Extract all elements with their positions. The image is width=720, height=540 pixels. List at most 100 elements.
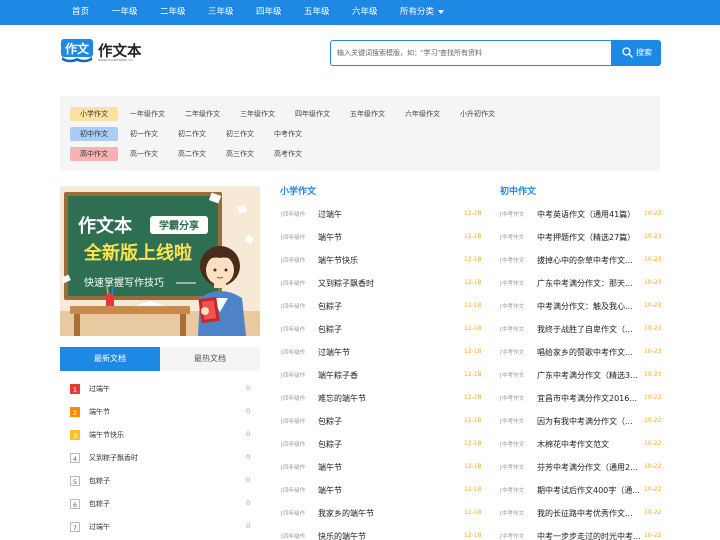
- category-link[interactable]: 高一作文: [130, 147, 158, 161]
- category-tag-primary[interactable]: 小学作文: [70, 107, 118, 121]
- article-title[interactable]: 端午节: [318, 232, 458, 243]
- article-item[interactable]: [四年级作 端午节 12-18: [281, 485, 484, 497]
- list-item[interactable]: 1 过端午 0: [60, 382, 260, 398]
- article-item[interactable]: [四年级作 过端午节 12-18: [281, 347, 484, 359]
- article-item[interactable]: [中考作文 木棉花中考作文范文 10-22: [500, 439, 664, 451]
- article-title[interactable]: 唱给家乡的赞歌中考作文...: [537, 347, 640, 358]
- nav-item-grade-5[interactable]: 五年级: [304, 0, 330, 25]
- category-link[interactable]: 小升初作文: [460, 107, 495, 121]
- category-link[interactable]: 五年级作文: [350, 107, 385, 121]
- article-item[interactable]: [四年级作 端午粽子香 12-18: [281, 370, 484, 382]
- nav-item-grade-4[interactable]: 四年级: [256, 0, 282, 25]
- article-item[interactable]: [四年级作 快乐的端午节 12-18: [281, 531, 484, 540]
- article-title[interactable]: 我终于战胜了自卑作文（...: [537, 324, 640, 335]
- article-title[interactable]: 拔掉心中的杂草中考作文...: [537, 255, 640, 266]
- list-item[interactable]: 6 包粽子 0: [60, 497, 260, 513]
- middle-section-heading[interactable]: 初中作文: [500, 184, 536, 197]
- article-item[interactable]: [四年级作 包粽子 12-18: [281, 439, 484, 451]
- article-title[interactable]: 过端午节: [318, 347, 458, 358]
- list-item[interactable]: 5 包粽子 0: [60, 474, 260, 490]
- rank-title[interactable]: 过端午: [89, 384, 110, 394]
- rank-title[interactable]: 包粽子: [89, 476, 110, 486]
- site-logo[interactable]: 作文 作文本 www.zuowenben.cn: [60, 38, 150, 66]
- article-title[interactable]: 包粽子: [318, 301, 458, 312]
- article-title[interactable]: 我家乡的端午节: [318, 508, 458, 519]
- article-item[interactable]: [四年级作 过端午 12-18: [281, 209, 484, 221]
- rank-title[interactable]: 端午节: [89, 407, 110, 417]
- article-title[interactable]: 广东中考满分作文：那天...: [537, 278, 640, 289]
- article-title[interactable]: 包粽子: [318, 324, 458, 335]
- article-item[interactable]: [四年级作 难忘的端午节 12-18: [281, 393, 484, 405]
- nav-item-grade-6[interactable]: 六年级: [352, 0, 378, 25]
- nav-item-home[interactable]: 首页: [72, 0, 89, 25]
- article-item[interactable]: [四年级作 端午节 12-18: [281, 232, 484, 244]
- article-title[interactable]: 广东中考满分作文（精选3...: [537, 370, 640, 381]
- article-title[interactable]: 期中考试后作文400字（通...: [537, 485, 640, 496]
- list-item[interactable]: 7 过端午 0: [60, 520, 260, 536]
- list-item[interactable]: 2 端午节 0: [60, 405, 260, 421]
- tab-hot-docs[interactable]: 最热文档: [160, 347, 260, 371]
- article-title[interactable]: 过端午: [318, 209, 458, 220]
- category-link[interactable]: 高三作文: [226, 147, 254, 161]
- category-link[interactable]: 初二作文: [178, 127, 206, 141]
- category-link[interactable]: 二年级作文: [185, 107, 220, 121]
- article-title[interactable]: 中考押题作文（精选27篇）: [537, 232, 640, 243]
- article-title[interactable]: 木棉花中考作文范文: [537, 439, 640, 450]
- article-title[interactable]: 又到粽子飘香时: [318, 278, 458, 289]
- search-input[interactable]: [330, 40, 612, 66]
- rank-title[interactable]: 过端午: [89, 522, 110, 532]
- search-button[interactable]: 搜索: [611, 40, 661, 66]
- tab-latest-docs[interactable]: 最新文档: [60, 347, 160, 371]
- article-item[interactable]: [中考作文 期中考试后作文400字（通... 10-22: [500, 485, 664, 497]
- category-link[interactable]: 六年级作文: [405, 107, 440, 121]
- category-link[interactable]: 一年级作文: [130, 107, 165, 121]
- article-title[interactable]: 端午粽子香: [318, 370, 458, 381]
- article-item[interactable]: [中考作文 广东中考满分作文：那天... 10-23: [500, 278, 664, 290]
- category-tag-middle[interactable]: 初中作文: [70, 127, 118, 141]
- article-item[interactable]: [四年级作 端午节快乐 12-18: [281, 255, 484, 267]
- category-link[interactable]: 初一作文: [130, 127, 158, 141]
- nav-item-all-categories[interactable]: 所有分类: [400, 0, 445, 25]
- nav-item-grade-2[interactable]: 二年级: [160, 0, 186, 25]
- article-item[interactable]: [中考作文 芬芳中考满分作文（通用2... 10-22: [500, 462, 664, 474]
- article-item[interactable]: [四年级作 我家乡的端午节 12-18: [281, 508, 484, 520]
- article-item[interactable]: [中考作文 我终于战胜了自卑作文（... 10-23: [500, 324, 664, 336]
- article-title[interactable]: 因为有我中考满分作文（...: [537, 416, 640, 427]
- nav-item-grade-3[interactable]: 三年级: [208, 0, 234, 25]
- article-title[interactable]: 难忘的端午节: [318, 393, 458, 404]
- article-item[interactable]: [中考作文 唱给家乡的赞歌中考作文... 10-23: [500, 347, 664, 359]
- article-title[interactable]: 中考满分作文：触及我心...: [537, 301, 640, 312]
- category-link[interactable]: 高二作文: [178, 147, 206, 161]
- article-title[interactable]: 端午节快乐: [318, 255, 458, 266]
- article-item[interactable]: [中考作文 中考一步步走过的时光中考... 10-22: [500, 531, 664, 540]
- promo-banner[interactable]: 作文本 学霸分享 全新版上线啦 快速掌握写作技巧: [60, 186, 260, 336]
- article-item[interactable]: [四年级作 包粽子 12-18: [281, 324, 484, 336]
- article-item[interactable]: [四年级作 包粽子 12-18: [281, 301, 484, 313]
- article-title[interactable]: 中考一步步走过的时光中考...: [537, 531, 640, 540]
- article-title[interactable]: 快乐的端午节: [318, 531, 458, 540]
- category-link[interactable]: 三年级作文: [240, 107, 275, 121]
- article-title[interactable]: 包粽子: [318, 439, 458, 450]
- article-item[interactable]: [中考作文 广东中考满分作文（精选3... 10-23: [500, 370, 664, 382]
- category-tag-high[interactable]: 高中作文: [70, 147, 118, 161]
- rank-title[interactable]: 端午节快乐: [89, 430, 124, 440]
- article-item[interactable]: [中考作文 中考押题作文（精选27篇） 10-23: [500, 232, 664, 244]
- article-title[interactable]: 我的长征路中考优秀作文...: [537, 508, 640, 519]
- category-link[interactable]: 初三作文: [226, 127, 254, 141]
- category-link[interactable]: 高考作文: [274, 147, 302, 161]
- list-item[interactable]: 3 端午节快乐 0: [60, 428, 260, 444]
- article-title[interactable]: 中考英语作文（通用41篇）: [537, 209, 640, 220]
- category-link[interactable]: 中考作文: [274, 127, 302, 141]
- article-item[interactable]: [中考作文 中考满分作文：触及我心... 10-23: [500, 301, 664, 313]
- list-item[interactable]: 4 又到粽子飘香时 0: [60, 451, 260, 467]
- article-title[interactable]: 芬芳中考满分作文（通用2...: [537, 462, 640, 473]
- article-item[interactable]: [中考作文 宜昌市中考满分作文2016... 10-22: [500, 393, 664, 405]
- article-item[interactable]: [中考作文 中考英语作文（通用41篇） 10-23: [500, 209, 664, 221]
- article-title[interactable]: 包粽子: [318, 416, 458, 427]
- article-item[interactable]: [中考作文 我的长征路中考优秀作文... 10-22: [500, 508, 664, 520]
- article-item[interactable]: [中考作文 因为有我中考满分作文（... 10-22: [500, 416, 664, 428]
- article-item[interactable]: [中考作文 拔掉心中的杂草中考作文... 10-23: [500, 255, 664, 267]
- article-title[interactable]: 宜昌市中考满分作文2016...: [537, 393, 640, 404]
- primary-section-heading[interactable]: 小学作文: [280, 184, 316, 197]
- category-link[interactable]: 四年级作文: [295, 107, 330, 121]
